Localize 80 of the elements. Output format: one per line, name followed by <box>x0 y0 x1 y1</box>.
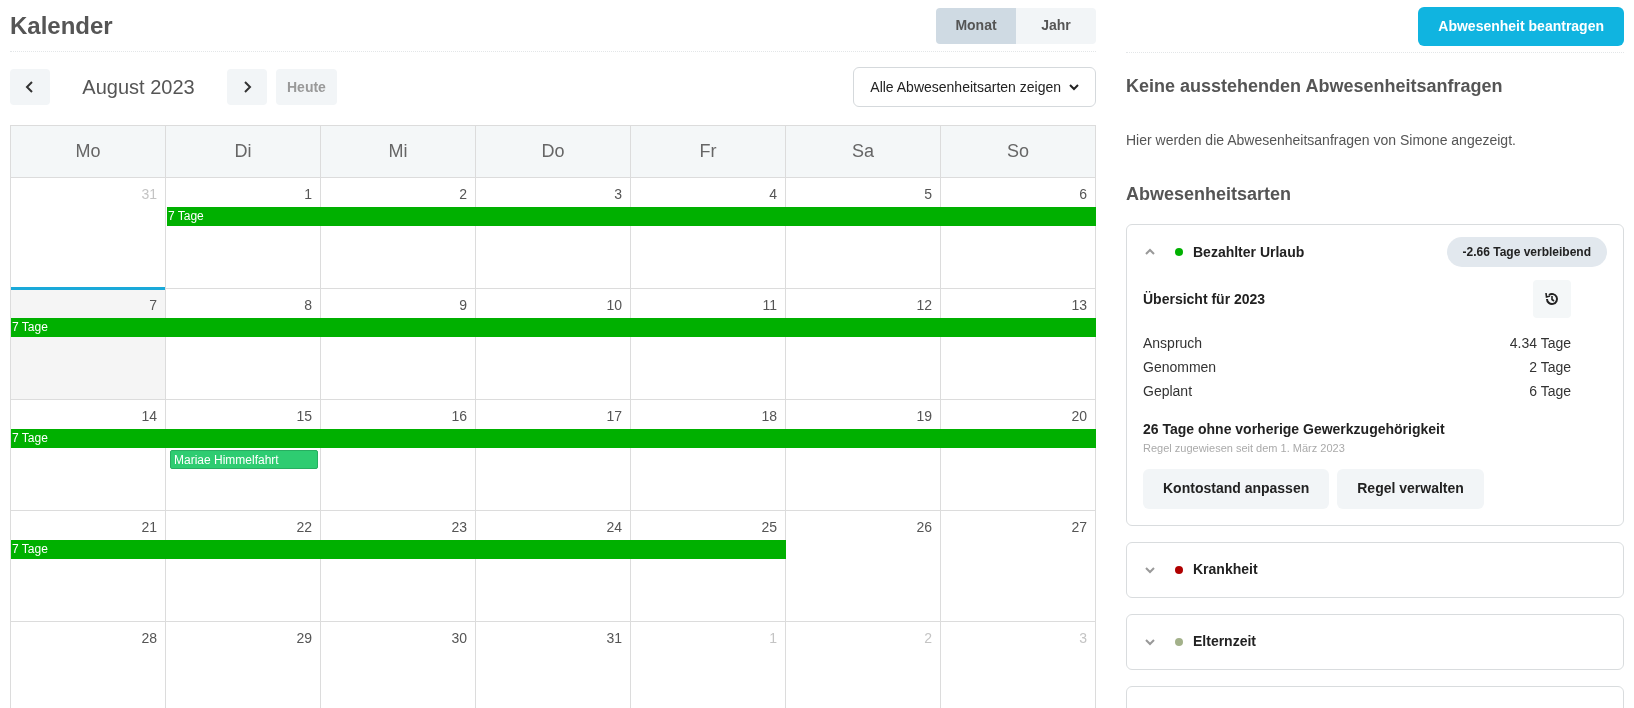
day-number: 1 <box>304 185 312 204</box>
day-number: 10 <box>606 296 622 315</box>
day-number: 28 <box>141 629 157 648</box>
weekday-label: So <box>1007 140 1029 163</box>
section-heading: Abwesenheitsarten <box>1126 183 1293 206</box>
day-number: 18 <box>761 407 777 426</box>
weekday-label: Fr <box>699 140 717 163</box>
day-number: 24 <box>606 518 622 537</box>
day-number: 25 <box>761 518 777 537</box>
day-number: 9 <box>459 296 467 315</box>
section-heading: Keine ausstehenden Abwesenheitsanfragen <box>1126 75 1504 98</box>
day-number: 7 <box>149 296 157 315</box>
event-bar[interactable]: 7 Tage <box>11 540 786 559</box>
event-bar[interactable]: Mariae Himmelfahrt <box>170 450 318 469</box>
remaining-badge: -2.66 Tage verbleibend <box>1446 237 1607 267</box>
row-label: Genommen <box>1143 357 1217 377</box>
row-label: Anspruch <box>1143 333 1203 353</box>
day-number: 6 <box>1079 185 1087 204</box>
day-number: 8 <box>304 296 312 315</box>
info-text: Hier werden die Abwesenheitsanfragen von Simone angezeigt. <box>1126 131 1517 150</box>
day-number: 20 <box>1071 407 1087 426</box>
day-number: 27 <box>1071 518 1087 537</box>
day-number: 21 <box>141 518 157 537</box>
previous-month-button[interactable] <box>10 69 50 105</box>
weekday-label: Mo <box>75 140 101 163</box>
day-number: 26 <box>916 518 932 537</box>
history-button[interactable] <box>1533 280 1571 318</box>
day-number: 5 <box>924 185 932 204</box>
action-button[interactable]: Kontostand anpassen <box>1143 468 1330 509</box>
row-label: Geplant <box>1143 381 1193 401</box>
day-number: 14 <box>141 407 157 426</box>
event-bar[interactable]: 7 Tage <box>11 318 1096 337</box>
today-button[interactable]: Heute <box>276 69 337 105</box>
row-value: 4.34 Tage <box>1509 333 1571 353</box>
chevron-up-icon[interactable] <box>1144 247 1156 257</box>
weekday-label: Mi <box>388 140 408 163</box>
absence-type-name: Bezahlter Urlaub <box>1193 242 1305 262</box>
day-number: 30 <box>451 629 467 648</box>
day-number: 3 <box>614 185 622 204</box>
row-value: 6 Tage <box>1529 381 1571 401</box>
day-number: 13 <box>1071 296 1087 315</box>
rule-title: 26 Tage ohne vorherige Gewerkzugehörigkeit <box>1143 420 1446 439</box>
absence-type-name: Krankheit <box>1193 560 1258 579</box>
day-number: 31 <box>606 629 622 648</box>
history-icon <box>1544 291 1560 307</box>
day-number: 19 <box>916 407 932 426</box>
chevron-down-icon[interactable] <box>1144 564 1156 575</box>
day-number: 17 <box>606 407 622 426</box>
rule-subtitle: Regel zugewiesen seit dem 1. März 2023 <box>1143 441 1346 456</box>
action-button[interactable]: Regel verwalten <box>1337 468 1484 509</box>
event-bar[interactable]: 7 Tage <box>167 207 1096 226</box>
day-number: 31 <box>141 185 157 204</box>
day-number: 11 <box>762 296 777 315</box>
chevron-down-icon[interactable] <box>1144 636 1156 647</box>
day-number: 16 <box>451 407 467 426</box>
view-tab[interactable]: Jahr <box>1016 7 1096 44</box>
weekday-label: Di <box>234 140 252 163</box>
event-bar[interactable]: 7 Tage <box>11 429 1096 448</box>
day-number: 4 <box>769 185 777 204</box>
page-title: Kalender <box>10 10 113 41</box>
day-number: 1 <box>769 629 777 648</box>
day-number: 2 <box>459 185 467 204</box>
weekday-label: Sa <box>852 140 874 163</box>
filter-dropdown[interactable]: Alle Abwesenheitsarten zeigen <box>853 67 1096 107</box>
day-number: 3 <box>1079 629 1087 648</box>
day-number: 2 <box>924 629 932 648</box>
day-number: 29 <box>296 629 312 648</box>
next-month-button[interactable] <box>227 69 267 105</box>
view-tab[interactable]: Monat <box>936 7 1016 44</box>
weekday-label: Do <box>541 140 565 163</box>
request-absence-button[interactable]: Abwesenheit beantragen <box>1418 6 1624 46</box>
chevron-down-icon <box>1069 83 1079 91</box>
day-number: 12 <box>916 296 932 315</box>
day-number: 15 <box>296 407 312 426</box>
overview-title: Übersicht für 2023 <box>1143 289 1266 309</box>
day-number: 22 <box>296 518 312 537</box>
month-label: August 2023 <box>81 75 196 100</box>
row-value: 2 Tage <box>1529 357 1571 377</box>
absence-type-name: Elternzeit <box>1193 632 1256 651</box>
day-number: 23 <box>451 518 467 537</box>
